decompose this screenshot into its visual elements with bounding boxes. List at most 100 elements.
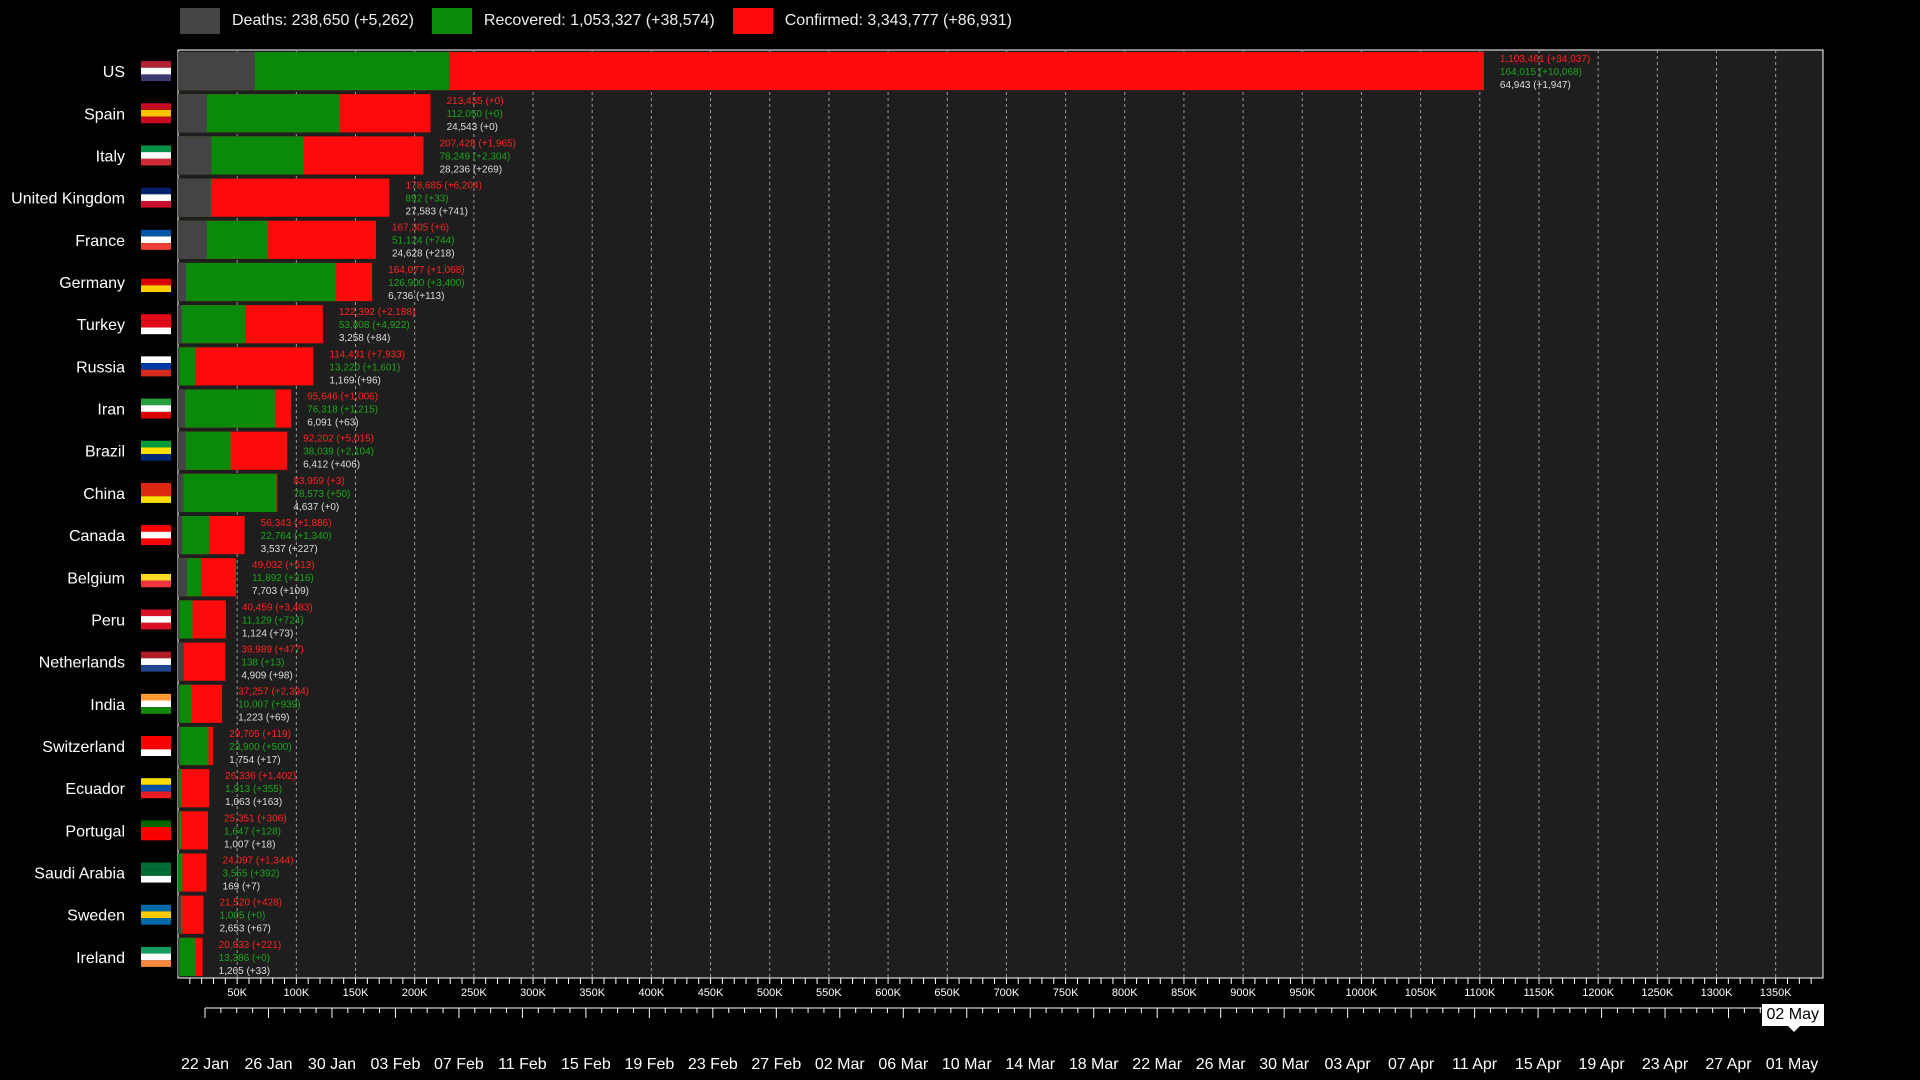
flag-icon [141,194,171,201]
country-label: Belgium [67,570,125,587]
flag-icon [141,658,171,665]
current-date-label: 02 May [1761,1004,1824,1026]
flag-icon [141,778,171,785]
deaths-value-label: 28,236 (+269) [439,164,502,175]
recovered-bar [178,473,277,512]
country-row: Russia 114,431 (+7,933) 13,220 (+1,601) 1,1… [76,347,405,386]
country-label: France [75,233,125,250]
country-label: Netherlands [39,655,125,672]
timeline-date-label: 23 Apr [1642,1056,1689,1073]
deaths-bar [178,94,208,133]
x-tick-label: 950K [1289,987,1315,999]
x-tick-label: 1100K [1464,987,1496,999]
confirmed-value-label: 92,202 (+5,015) [303,434,374,445]
flag-icon [141,904,171,912]
confirmed-value-label: 56,343 (+1,886) [261,518,332,529]
flag-icon [141,272,171,279]
flag-icon [141,327,171,335]
confirmed-value-label: 20,833 (+221) [219,940,282,951]
country-row: Iran 95,646 (+1,006) 76,318 (+1,215) 6,091 … [97,389,378,428]
deaths-bar [178,136,212,175]
x-tick-label: 150K [343,987,369,999]
recovered-bar [178,684,192,723]
recovered-bar [178,347,196,386]
country-row: US 1,103,461 (+34,037) 164,015 (+10,068) 64… [103,52,1590,91]
recovered-value-label: 38,039 (+2,104) [303,447,374,458]
timeline-date-label: 27 Feb [751,1056,801,1073]
country-label: United Kingdom [11,191,125,208]
flag-icon [141,784,171,792]
timeline-date-label: 06 Mar [878,1056,928,1073]
recovered-bar [178,853,183,892]
country-label: Brazil [85,444,125,461]
flag-icon [141,67,171,75]
confirmed-value-label: 29,705 (+119) [229,729,291,740]
x-tick-label: 500K [757,987,783,999]
deaths-value-label: 1,754 (+17) [229,755,280,766]
deaths-bar [178,726,181,766]
country-row: China 83,959 (+3) 78,573 (+50) 4,637 (+0) [83,473,350,513]
country-label: Sweden [67,908,125,925]
recovered-bar [178,726,209,766]
deaths-value-label: 3,258 (+84) [339,333,390,344]
flag-icon [141,398,171,406]
recovered-value-label: 1,005 (+0) [219,911,265,922]
country-label: Ireland [76,950,125,967]
country-label: Spain [84,106,125,123]
flag-icon [141,946,171,954]
deaths-value-label: 6,091 (+63) [307,417,358,428]
recovered-bar [178,937,196,976]
x-tick-label: 850K [1171,987,1197,999]
flag-icon [141,525,171,532]
timeline-date-label: 01 May [1766,1056,1818,1073]
x-tick-label: 250K [461,987,487,999]
country-label: India [90,697,125,714]
deaths-value-label: 24,628 (+218) [392,249,455,260]
flag-icon [141,187,171,195]
flag-icon [141,103,171,110]
country-row: Belgium 49,032 (+513) 11,892 (+316) 7,703 (… [67,558,315,597]
country-label: Canada [69,528,125,545]
recovered-value-label: 1,647 (+128) [224,826,281,837]
timeline-date-label: 18 Mar [1069,1056,1119,1073]
flag-icon [141,145,171,153]
recovered-value-label: 164,015 (+10,068) [1500,67,1582,78]
recovered-value-label: 76,318 (+1,215) [307,404,378,415]
timeline-date-label: 19 Apr [1578,1056,1625,1073]
confirmed-value-label: 167,305 (+6) [392,223,449,234]
deaths-bar [178,262,186,302]
flag-icon [141,152,171,159]
recovered-bar [178,262,337,302]
deaths-bar [178,178,211,217]
confirmed-value-label: 39,989 (+477) [241,645,304,656]
timeline-date-label: 22 Mar [1132,1056,1182,1073]
recovered-value-label: 23,900 (+500) [229,742,292,753]
deaths-bar [178,473,184,512]
country-row: France 167,305 (+6) 51,124 (+744) 24,628 (+… [75,220,455,260]
deaths-value-label: 1,063 (+163) [225,797,282,808]
deaths-value-label: 6,736 (+113) [388,291,444,302]
confirmed-value-label: 114,431 (+7,933) [329,349,405,360]
country-label: Turkey [77,317,125,334]
country-label: Italy [96,148,125,165]
confirmed-bar [178,769,210,808]
deaths-value-label: 1,265 (+33) [219,966,270,977]
deaths-value-label: 1,169 (+96) [329,375,380,386]
x-tick-label: 50K [227,987,247,999]
flag-icon [141,285,171,292]
timeline-date-label: 07 Apr [1388,1056,1435,1073]
country-row: Ecuador 26,336 (+1,402) 1,913 (+355) 1,063 … [65,769,296,808]
x-tick-label: 550K [816,987,842,999]
flag-icon [141,369,171,377]
flag-icon [141,278,171,286]
deaths-value-label: 2,653 (+67) [219,924,270,935]
deaths-value-label: 6,412 (+406) [303,460,360,471]
country-label: Russia [76,359,125,376]
x-tick-label: 1050K [1405,987,1437,999]
deaths-bar [178,895,182,934]
recovered-value-label: 10,007 (+939) [238,700,301,711]
timeline-date-label: 11 Apr [1452,1056,1498,1073]
timeline-date-label: 10 Mar [942,1056,992,1073]
flag-icon [141,74,171,82]
x-tick-label: 200K [402,987,428,999]
